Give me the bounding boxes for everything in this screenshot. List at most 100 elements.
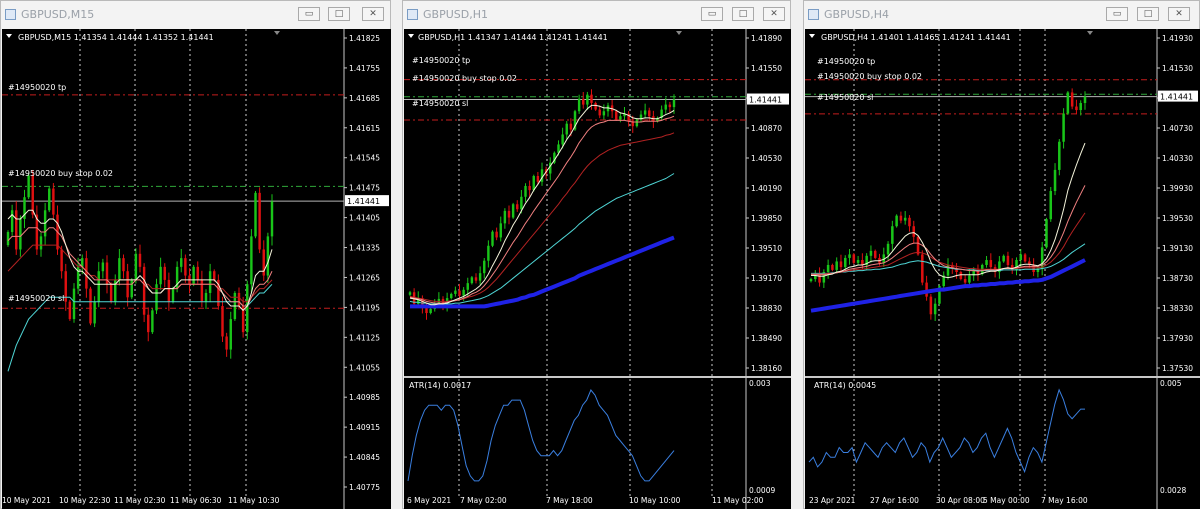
y-tick-label: 1.38490 — [751, 334, 782, 343]
h4-chart[interactable]: 1.419301.415301.411301.407301.403301.399… — [805, 29, 1200, 509]
y-tick-label: 1.39850 — [751, 214, 782, 223]
x-tick-label: 7 May 18:00 — [546, 496, 593, 505]
candle-body — [204, 292, 208, 302]
candle-body — [229, 319, 232, 350]
m15-chart[interactable]: 1.41825 1.41755 1.41685 1.41615 1.41545 1.414… — [2, 29, 391, 509]
candle-body — [31, 175, 34, 215]
close-button[interactable]: ✕ — [362, 7, 384, 21]
window-titlebar[interactable]: GBPUSD,M15 ▭ □ ✕ — [1, 1, 390, 29]
close-button[interactable]: ✕ — [1168, 7, 1190, 21]
candle-body — [1019, 254, 1023, 261]
minimize-button[interactable]: ▭ — [1106, 7, 1128, 21]
candle-body — [221, 306, 224, 337]
close-button[interactable]: ✕ — [763, 7, 785, 21]
chart-plot-area[interactable]: 1.418901.415501.412101.408701.405301.401… — [404, 29, 791, 509]
candle-body — [648, 110, 651, 117]
candle-body — [138, 253, 142, 267]
candle-body — [250, 236, 253, 285]
y-tick-label: 1.41755 — [349, 64, 380, 73]
sl-order-label: #14950020 sl — [8, 294, 64, 303]
candle-body — [167, 279, 171, 302]
candle-body — [1075, 106, 1078, 111]
candle-body — [258, 192, 261, 250]
y-tick-label: 1.37930 — [1162, 334, 1193, 343]
candle-body — [869, 250, 873, 256]
h1-chart[interactable]: 1.418901.415501.412101.408701.405301.401… — [404, 29, 791, 509]
candle-body — [536, 176, 540, 182]
candle-body — [908, 217, 911, 227]
candle-body — [1058, 141, 1061, 170]
y-tick-label: 1.38730 — [1162, 274, 1193, 283]
y-tick-label: 1.40190 — [751, 184, 782, 193]
minimize-button[interactable]: ▭ — [298, 7, 320, 21]
y-tick-label: 1.41195 — [349, 303, 380, 312]
candle-body — [163, 266, 166, 280]
chart-window-h1[interactable]: GBPUSD,H1 ▭ □ ✕ 1.418901.415501.412101.4… — [402, 0, 791, 509]
candle-body — [602, 111, 606, 116]
chart-plot-area[interactable]: 1.419301.415301.411301.407301.403301.399… — [805, 29, 1200, 509]
current-price-label: 1.41441 — [749, 96, 782, 105]
candle-body — [208, 271, 212, 293]
candle-body — [60, 249, 63, 272]
candle-body — [27, 175, 30, 198]
collapse-arrow-icon — [809, 34, 815, 38]
chart-window-icon — [5, 9, 16, 20]
candle-body — [929, 296, 933, 315]
shift-marker-icon — [274, 31, 280, 35]
candle-body — [569, 123, 573, 130]
candle-body — [159, 266, 162, 285]
y-tick-label: 1.39930 — [1162, 184, 1193, 193]
candle-body — [72, 288, 76, 320]
candle-body — [495, 231, 498, 238]
candle-body — [151, 310, 154, 333]
candle-body — [109, 284, 113, 302]
candle-body — [1070, 92, 1074, 107]
candle-body — [1006, 255, 1010, 265]
candle-body — [520, 196, 523, 210]
candle-body — [39, 236, 43, 250]
minimize-button[interactable]: ▭ — [701, 7, 723, 21]
candle-body — [85, 258, 88, 289]
y-tick-label: 1.41055 — [349, 363, 380, 372]
candle-body — [524, 185, 527, 197]
atr-line — [808, 388, 1085, 474]
candle-body — [528, 185, 531, 191]
chart-window-h4[interactable]: GBPUSD,H4 ▭ □ ✕ 1.419301.415301.411301.4… — [803, 0, 1200, 509]
candle-body — [959, 272, 963, 280]
candle-body — [425, 308, 428, 314]
ma-slow-line — [409, 132, 675, 302]
candle-body — [408, 292, 412, 295]
candle-body — [933, 303, 937, 315]
candle-body — [491, 231, 494, 246]
window-title: GBPUSD,H1 — [423, 8, 488, 21]
ma-teal-line — [409, 173, 675, 305]
candle-body — [454, 290, 457, 294]
x-tick-label: 23 Apr 2021 — [809, 496, 856, 505]
maximize-button[interactable]: □ — [732, 7, 754, 21]
candle-body — [470, 277, 474, 284]
y-tick-label: 1.38160 — [751, 364, 782, 373]
maximize-button[interactable]: □ — [328, 7, 350, 21]
candle-body — [101, 262, 105, 272]
candle-body — [511, 204, 515, 218]
chart-plot-area[interactable]: 1.41825 1.41755 1.41685 1.41615 1.41545 1.414… — [2, 29, 391, 509]
window-titlebar[interactable]: GBPUSD,H4 ▭ □ ✕ — [804, 1, 1199, 29]
maximize-button[interactable]: □ — [1137, 7, 1159, 21]
candle-body — [1023, 254, 1027, 262]
candle-body — [586, 94, 589, 105]
candle-body — [503, 210, 507, 224]
y-tick-label: 1.40985 — [349, 393, 380, 402]
window-titlebar[interactable]: GBPUSD,H1 ▭ □ ✕ — [403, 1, 790, 29]
candle-body — [809, 279, 813, 282]
candle-body — [97, 271, 100, 302]
candle-body — [594, 102, 597, 110]
candle-body — [93, 301, 96, 324]
tp-order-label: #14950020 tp — [412, 56, 470, 65]
candle-body — [1053, 169, 1057, 192]
candle-body — [462, 289, 465, 296]
x-tick-label: 7 May 02:00 — [460, 496, 507, 505]
sl-order-label: #14950020 sl — [412, 99, 468, 108]
chart-window-m15[interactable]: GBPUSD,M15 ▭ □ ✕ 1.41825 1.41755 1.41685 1.… — [0, 0, 391, 509]
y-tick-label: 1.40915 — [349, 423, 380, 432]
chart-info-text: GBPUSD,M15 1.41354 1.41444 1.41352 1.414… — [18, 33, 214, 42]
